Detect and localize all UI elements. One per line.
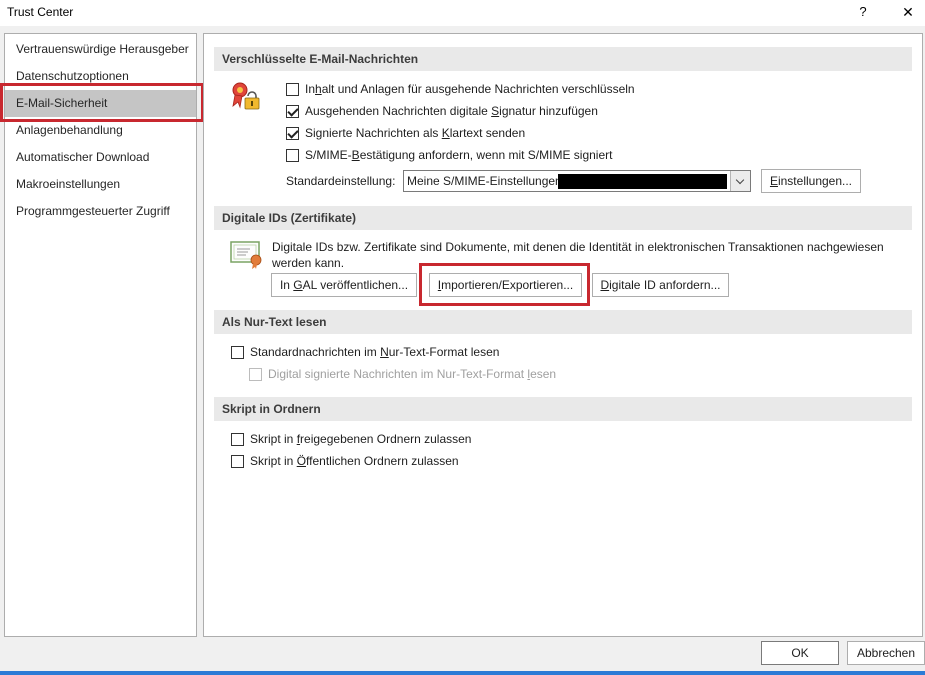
request-digital-id-button[interactable]: Digitale ID anfordern... — [592, 273, 729, 297]
script-shared-folders-label: Skript in freigegebenen Ordnern zulassen — [250, 432, 472, 446]
digital-ids-description-line2: werden kann. — [272, 256, 345, 270]
sidebar-item-automatic-download[interactable]: Automatischer Download — [5, 144, 196, 171]
default-setting-label: Standardeinstellung: — [286, 174, 396, 188]
read-signed-plain-text-checkbox[interactable] — [249, 368, 262, 381]
section-header-scripts: Skript in Ordnern — [214, 397, 912, 421]
close-button[interactable]: ✕ — [896, 2, 920, 22]
settings-button[interactable]: Einstellungen... — [761, 169, 861, 193]
cancel-button[interactable]: Abbrechen — [847, 641, 925, 665]
sidebar-item-macro-settings[interactable]: Makroeinstellungen — [5, 171, 196, 198]
read-signed-plain-text-label: Digital signierte Nachrichten im Nur-Tex… — [268, 367, 557, 381]
main-panel: Verschlüsselte E-Mail-Nachrichten Inhalt… — [203, 33, 923, 637]
encrypt-content-label: Inhalt und Anlagen für ausgehende Nachri… — [305, 82, 635, 96]
sidebar-item-email-security[interactable]: E-Mail-Sicherheit — [5, 90, 196, 117]
read-plain-text-label: Standardnachrichten im Nur-Text-Format l… — [250, 345, 500, 359]
section-header-plain-text: Als Nur-Text lesen — [214, 310, 912, 334]
chevron-down-icon[interactable] — [730, 171, 750, 191]
help-button[interactable]: ? — [852, 2, 874, 22]
section-header-digital-ids: Digitale IDs (Zertifikate) — [214, 206, 912, 230]
section-header-encrypted-email: Verschlüsselte E-Mail-Nachrichten — [214, 47, 912, 71]
title-bar: Trust Center ? ✕ — [0, 0, 925, 26]
send-cleartext-label: Signierte Nachrichten als Klartext sende… — [305, 126, 526, 140]
sidebar-item-attachment-handling[interactable]: Anlagenbehandlung — [5, 117, 196, 144]
redacted-area — [558, 174, 727, 189]
add-signature-checkbox[interactable] — [286, 105, 299, 118]
add-signature-label: Ausgehenden Nachrichten digitale Signatu… — [305, 104, 598, 118]
certificate-icon — [230, 240, 264, 270]
digital-ids-description-line1: Digitale IDs bzw. Zertifikate sind Dokum… — [272, 240, 884, 254]
dialog-footer: OK Abbrechen — [0, 637, 925, 675]
sidebar-item-trusted-publishers[interactable]: Vertrauenswürdige Herausgeber — [5, 36, 196, 63]
ok-button[interactable]: OK — [761, 641, 839, 665]
default-setting-value: Meine S/MIME-Einstellungen — [407, 174, 562, 188]
window-title: Trust Center — [7, 5, 74, 19]
script-public-folders-label: Skript in Öffentlichen Ordnern zulassen — [250, 454, 459, 468]
encrypt-content-checkbox[interactable] — [286, 83, 299, 96]
sidebar-item-programmatic-access[interactable]: Programmgesteuerter Zugriff — [5, 198, 196, 225]
read-plain-text-checkbox[interactable] — [231, 346, 244, 359]
sidebar-nav: Vertrauenswürdige Herausgeber Datenschut… — [4, 33, 197, 637]
publish-gal-button[interactable]: In GAL veröffentlichen... — [271, 273, 417, 297]
smime-receipt-label: S/MIME-Bestätigung anfordern, wenn mit S… — [305, 148, 613, 162]
window-bottom-accent — [0, 671, 925, 675]
send-cleartext-checkbox[interactable] — [286, 127, 299, 140]
default-setting-dropdown[interactable]: Meine S/MIME-Einstellungen — [403, 170, 751, 192]
certificate-lock-icon — [228, 80, 264, 112]
script-shared-folders-checkbox[interactable] — [231, 433, 244, 446]
script-public-folders-checkbox[interactable] — [231, 455, 244, 468]
smime-receipt-checkbox[interactable] — [286, 149, 299, 162]
import-export-button[interactable]: Importieren/Exportieren... — [429, 273, 582, 297]
sidebar-item-privacy-options[interactable]: Datenschutzoptionen — [5, 63, 196, 90]
